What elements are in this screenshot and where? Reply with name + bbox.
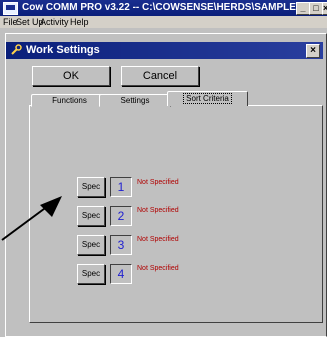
menu-bar: File Set Up Activity Help (0, 16, 327, 28)
tab-settings[interactable]: Settings (99, 94, 171, 107)
criteria-number-2: 2 (110, 206, 132, 226)
annotation-arrow-icon (1, 196, 62, 241)
criteria-status-2: Not Specified (137, 207, 179, 214)
cancel-button[interactable]: Cancel (121, 66, 199, 86)
spec-button-2[interactable]: Spec (77, 206, 105, 226)
criteria-status-3: Not Specified (137, 236, 179, 243)
menu-activity[interactable]: Activity (40, 17, 69, 27)
dialog-close-button[interactable]: × (306, 44, 320, 58)
ok-button-label: OK (63, 70, 79, 82)
ok-button[interactable]: OK (32, 66, 110, 86)
menu-help[interactable]: Help (70, 17, 89, 27)
criteria-status-1: Not Specified (137, 179, 179, 186)
maximize-button[interactable]: □ (309, 2, 323, 15)
dialog-title-bar: Work Settings × (6, 42, 323, 59)
criteria-status-4: Not Specified (137, 265, 179, 272)
spec-button-1[interactable]: Spec (77, 177, 105, 197)
app-close-button[interactable]: × (322, 2, 327, 15)
tab-functions[interactable]: Functions (31, 94, 108, 107)
app-title: Cow COMM PRO v3.22 -- C:\COWSENSE\HERDS\… (22, 2, 321, 13)
criteria-number-4: 4 (110, 264, 132, 284)
cancel-button-label: Cancel (142, 70, 178, 82)
dialog-title: Work Settings (26, 44, 100, 56)
wrench-icon (11, 44, 22, 55)
minimize-button[interactable]: _ (296, 2, 310, 15)
tab-sort-criteria-label: Sort Criteria (183, 93, 232, 104)
app-title-bar: Cow COMM PRO v3.22 -- C:\COWSENSE\HERDS\… (0, 0, 327, 16)
app-icon (3, 2, 18, 15)
criteria-number-1: 1 (110, 177, 132, 197)
tab-panel (29, 105, 323, 323)
spec-button-4[interactable]: Spec (77, 264, 105, 284)
tab-sort-criteria[interactable]: Sort Criteria (167, 91, 248, 106)
criteria-number-3: 3 (110, 235, 132, 255)
spec-button-3[interactable]: Spec (77, 235, 105, 255)
